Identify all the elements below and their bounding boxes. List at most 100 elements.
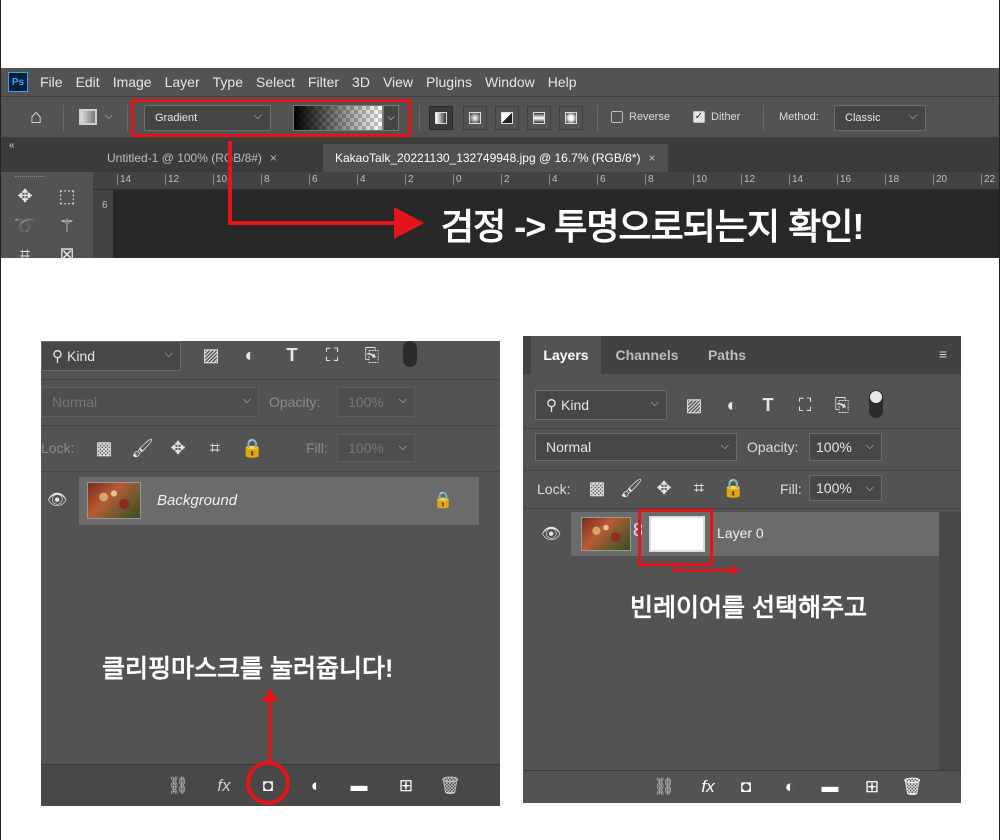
lock-transparent-pixels-icon[interactable]: ▩ — [586, 477, 608, 499]
new-layer-icon[interactable]: ⊞ — [861, 776, 883, 798]
menu-view[interactable]: View — [383, 74, 413, 90]
shape-filter-icon[interactable]: ⛶ — [794, 394, 816, 416]
filter-toggle[interactable] — [869, 390, 883, 418]
eye-icon[interactable]: 👁 — [47, 490, 67, 510]
lock-image-pixels-icon[interactable]: 🖌 — [131, 437, 154, 459]
ruler-tick-label: 2 — [405, 174, 414, 185]
menu-plugins[interactable]: Plugins — [426, 74, 472, 90]
blend-mode-dropdown[interactable]: Normal ⌵ — [535, 433, 737, 461]
adjustment-icon[interactable]: ◐ — [779, 776, 801, 798]
divider — [419, 105, 420, 131]
adjustment-filter-icon[interactable]: ◐ — [239, 344, 261, 366]
lock-position-icon[interactable]: ✥ — [167, 437, 189, 459]
fx-icon[interactable]: fx — [213, 775, 235, 797]
menu-3d[interactable]: 3D — [352, 74, 370, 90]
folder-icon[interactable]: ▬ — [819, 776, 841, 798]
dither-checkbox[interactable]: ✓ Dither — [693, 111, 740, 123]
opacity-label: Opacity: — [747, 439, 799, 455]
tab-untitled[interactable]: Untitled-1 @ 100% (RGB/8#) × — [95, 144, 289, 172]
image-filter-icon[interactable]: ▨ — [683, 394, 705, 416]
trash-icon[interactable]: 🗑 — [439, 775, 461, 797]
collapse-panel-icon[interactable]: « — [9, 140, 15, 151]
home-icon[interactable]: ⌂ — [25, 107, 47, 127]
menu-filter[interactable]: Filter — [308, 74, 339, 90]
lock-transparent-pixels-icon[interactable]: ▩ — [93, 437, 115, 459]
close-icon[interactable]: × — [649, 151, 656, 165]
menu-layer[interactable]: Layer — [165, 74, 200, 90]
image-filter-icon[interactable]: ▨ — [200, 344, 222, 366]
adjustment-filter-icon[interactable]: ◐ — [721, 394, 743, 416]
new-layer-icon[interactable]: ⊞ — [395, 775, 417, 797]
link-icon[interactable]: ⛓ — [167, 775, 189, 797]
filter-toggle[interactable] — [403, 341, 417, 367]
smart-object-filter-icon[interactable]: ⎘ — [361, 344, 383, 366]
menu-select[interactable]: Select — [256, 74, 295, 90]
crop-tool-icon[interactable]: ⌗ — [13, 242, 37, 258]
close-icon[interactable]: × — [270, 151, 277, 165]
smart-object-filter-icon[interactable]: ⎘ — [831, 394, 853, 416]
fx-icon[interactable]: fx — [697, 776, 719, 798]
ruler-tick-label: 6 — [597, 174, 606, 185]
lock-image-pixels-icon[interactable]: 🖌 — [620, 477, 643, 499]
reflected-gradient-button[interactable] — [527, 106, 551, 130]
link-icon[interactable]: ⛓ — [653, 776, 675, 798]
frame-tool-icon[interactable]: ⊠ — [55, 242, 79, 258]
tab-paths[interactable]: Paths — [695, 336, 759, 374]
kind-label: Kind — [561, 397, 590, 413]
tab-kakaotalk[interactable]: KakaoTalk_20221130_132749948.jpg @ 16.7%… — [323, 144, 668, 172]
blend-mode-dropdown[interactable]: Normal ⌵ — [41, 387, 259, 417]
menu-type[interactable]: Type — [213, 74, 243, 90]
trash-icon[interactable]: 🗑 — [901, 776, 923, 798]
vertical-ruler: 6 — [93, 190, 113, 258]
lock-all-icon[interactable]: 🔒 — [241, 437, 263, 459]
lock-artboard-icon[interactable]: ⌗ — [688, 477, 710, 499]
opacity-value: 100% — [816, 439, 852, 455]
kind-filter-dropdown[interactable]: ⚲ Kind ⌵ — [41, 341, 181, 371]
layer-row-background[interactable]: 👁 Background 🔒 — [41, 477, 479, 525]
type-filter-icon[interactable]: T — [757, 394, 779, 416]
magic-wand-tool-icon[interactable]: ⚚ — [55, 214, 79, 238]
layer-name: Layer 0 — [717, 525, 764, 541]
radial-gradient-button[interactable] — [463, 106, 487, 130]
fill-label: Fill: — [306, 440, 328, 456]
shape-filter-icon[interactable]: ⛶ — [321, 344, 343, 366]
ruler-tick-label: 20 — [933, 174, 947, 185]
eye-icon[interactable]: 👁 — [541, 524, 561, 544]
folder-icon[interactable]: ▬ — [348, 775, 370, 797]
menu-edit[interactable]: Edit — [76, 74, 100, 90]
gradient-tool-icon[interactable] — [79, 109, 97, 125]
kind-filter-dropdown[interactable]: ⚲ Kind ⌵ — [535, 390, 667, 420]
type-filter-icon[interactable]: T — [281, 344, 303, 366]
checkmark-icon: ✓ — [693, 111, 705, 123]
fill-field[interactable]: 100% ⌵ — [809, 475, 882, 501]
tab-channels[interactable]: Channels — [607, 336, 687, 374]
reverse-checkbox[interactable]: Reverse — [611, 111, 670, 123]
panel-menu-icon[interactable]: ≡ — [939, 346, 947, 362]
move-tool-icon[interactable]: ✥ — [13, 184, 37, 208]
marquee-tool-icon[interactable]: ⬚ — [55, 184, 79, 208]
adjustment-icon[interactable]: ◐ — [305, 775, 327, 797]
opacity-field[interactable]: 100% ⌵ — [337, 387, 415, 417]
diamond-gradient-button[interactable] — [559, 106, 583, 130]
tab-layers[interactable]: Layers — [531, 336, 601, 374]
layer-mask-icon[interactable]: ◘ — [735, 776, 757, 798]
layer-row-layer0[interactable]: 👁 8 Layer 0 — [523, 512, 939, 556]
menu-image[interactable]: Image — [113, 74, 152, 90]
lock-all-icon[interactable]: 🔒 — [722, 477, 744, 499]
divider — [597, 105, 598, 131]
lock-position-icon[interactable]: ✥ — [653, 477, 675, 499]
menu-help[interactable]: Help — [548, 74, 577, 90]
menu-window[interactable]: Window — [485, 74, 535, 90]
chevron-down-icon[interactable]: ⌵ — [105, 111, 113, 122]
menu-file[interactable]: File — [40, 74, 63, 90]
chevron-down-icon: ⌵ — [865, 482, 874, 494]
fill-field[interactable]: 100% ⌵ — [337, 434, 415, 462]
linear-gradient-button[interactable] — [429, 106, 453, 130]
scrollbar[interactable] — [939, 512, 961, 770]
method-dropdown[interactable]: Classic ⌵ — [834, 105, 926, 131]
drag-handle[interactable] — [15, 176, 45, 178]
lock-artboard-icon[interactable]: ⌗ — [204, 437, 226, 459]
angle-gradient-button[interactable] — [495, 106, 519, 130]
lasso-tool-icon[interactable]: ➰ — [13, 214, 37, 238]
opacity-field[interactable]: 100% ⌵ — [809, 433, 882, 461]
